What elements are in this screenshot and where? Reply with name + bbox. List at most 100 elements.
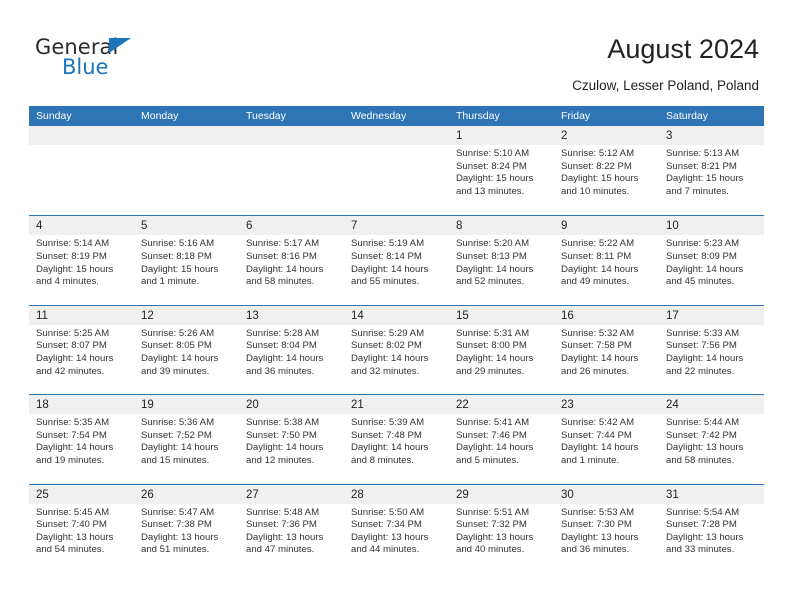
sunrise-text: Sunrise: 5:20 AM — [456, 238, 530, 250]
sunrise-text: Sunrise: 5:32 AM — [561, 327, 635, 339]
daylight-text: Daylight: 14 hours and 26 minutes. — [561, 352, 639, 377]
day-number-band: 17 — [659, 305, 764, 325]
daylight-text: Daylight: 14 hours and 15 minutes. — [141, 442, 219, 466]
day-sun-info: Sunrise: 5:26 AM Sunset: 8:05 PM Daylight:… — [134, 325, 239, 378]
calendar-day-cell[interactable]: 17 Sunrise: 5:33 AM Sunset: 7:56 PM Dayligh… — [659, 305, 764, 394]
page-header: General Blue August 2024 Czulow, Lesser … — [0, 0, 792, 100]
daylight-text: Daylight: 14 hours and 22 minutes. — [666, 352, 744, 377]
daylight-text: Daylight: 15 hours and 10 minutes. — [561, 173, 639, 197]
calendar-day-cell[interactable]: 6 Sunrise: 5:17 AM Sunset: 8:16 PM Daylight… — [239, 216, 344, 304]
sunset-text: Sunset: 7:28 PM — [666, 519, 737, 531]
daylight-text: Daylight: 13 hours and 44 minutes. — [351, 531, 429, 556]
calendar-day-cell[interactable]: 10 Sunrise: 5:23 AM Sunset: 8:09 PM Dayligh… — [659, 216, 764, 304]
calendar-day-cell[interactable]: 22 Sunrise: 5:41 AM Sunset: 7:46 PM Dayligh… — [449, 395, 554, 483]
day-number: 22 — [456, 399, 469, 412]
calendar-day-cell[interactable]: 7 Sunrise: 5:19 AM Sunset: 8:14 PM Daylight… — [344, 216, 449, 304]
weekday-header-monday: Monday — [141, 110, 179, 122]
day-number-band: 27 — [239, 484, 344, 504]
calendar-day-cell[interactable]: 12 Sunrise: 5:26 AM Sunset: 8:05 PM Dayligh… — [134, 305, 239, 394]
calendar-day-cell[interactable]: 3 Sunrise: 5:13 AM Sunset: 8:21 PM Daylight… — [659, 126, 764, 215]
calendar-day-cell[interactable]: 26 Sunrise: 5:47 AM Sunset: 7:38 PM Dayligh… — [134, 484, 239, 573]
calendar-day-cell[interactable]: 4 Sunrise: 5:14 AM Sunset: 8:19 PM Daylight… — [29, 216, 134, 304]
day-number: 6 — [246, 220, 253, 233]
daylight-text: Daylight: 13 hours and 40 minutes. — [456, 531, 534, 556]
day-sun-info: Sunrise: 5:31 AM Sunset: 8:00 PM Daylight:… — [449, 325, 554, 378]
sunrise-text: Sunrise: 5:44 AM — [666, 417, 740, 429]
logo-text-blue: Blue — [62, 55, 109, 79]
calendar-day-cell[interactable]: 27 Sunrise: 5:48 AM Sunset: 7:36 PM Dayligh… — [239, 484, 344, 573]
sunset-text: Sunset: 7:52 PM — [141, 429, 212, 441]
sunrise-text: Sunrise: 5:10 AM — [456, 148, 530, 159]
sunrise-text: Sunrise: 5:26 AM — [141, 327, 215, 339]
sunset-text: Sunset: 8:11 PM — [561, 250, 632, 262]
sunrise-text: Sunrise: 5:23 AM — [666, 238, 740, 250]
sunrise-text: Sunrise: 5:51 AM — [456, 506, 530, 518]
day-sun-info: Sunrise: 5:39 AM Sunset: 7:48 PM Daylight:… — [344, 414, 449, 467]
day-sun-info: Sunrise: 5:32 AM Sunset: 7:58 PM Daylight:… — [554, 325, 659, 378]
page-subtitle-location: Czulow, Lesser Poland, Poland — [572, 78, 759, 93]
daylight-text: Daylight: 14 hours and 8 minutes. — [351, 442, 429, 466]
day-number-band: 16 — [554, 305, 659, 325]
calendar-day-cell[interactable]: 5 Sunrise: 5:16 AM Sunset: 8:18 PM Daylight… — [134, 216, 239, 304]
day-number-band: 6 — [239, 216, 344, 236]
day-sun-info: Sunrise: 5:12 AM Sunset: 8:22 PM Daylight:… — [554, 145, 659, 198]
sunset-text: Sunset: 8:02 PM — [351, 340, 422, 352]
sunrise-text: Sunrise: 5:36 AM — [141, 417, 215, 429]
calendar-day-cell[interactable]: 9 Sunrise: 5:22 AM Sunset: 8:11 PM Daylight… — [554, 216, 659, 304]
daylight-text: Daylight: 15 hours and 13 minutes. — [456, 173, 534, 197]
calendar-day-cell[interactable]: 1 Sunrise: 5:10 AM Sunset: 8:24 PM Daylight… — [449, 126, 554, 215]
sunrise-text: Sunrise: 5:33 AM — [666, 327, 740, 339]
day-number-band: 21 — [344, 395, 449, 415]
day-number-band: 11 — [29, 305, 134, 325]
sunset-text: Sunset: 8:04 PM — [246, 340, 317, 352]
day-number: 20 — [246, 399, 259, 412]
day-sun-info: Sunrise: 5:16 AM Sunset: 8:18 PM Daylight:… — [134, 235, 239, 288]
day-number-band: 3 — [659, 126, 764, 145]
calendar-day-cell[interactable]: 21 Sunrise: 5:39 AM Sunset: 7:48 PM Dayligh… — [344, 395, 449, 483]
calendar-day-cell[interactable]: 13 Sunrise: 5:28 AM Sunset: 8:04 PM Dayligh… — [239, 305, 344, 394]
sunrise-text: Sunrise: 5:42 AM — [561, 417, 635, 429]
daylight-text: Daylight: 14 hours and 49 minutes. — [561, 263, 639, 288]
calendar-day-cell[interactable]: 25 Sunrise: 5:45 AM Sunset: 7:40 PM Dayligh… — [29, 484, 134, 573]
calendar-day-cell[interactable]: 30 Sunrise: 5:53 AM Sunset: 7:30 PM Dayligh… — [554, 484, 659, 573]
day-number: 12 — [141, 309, 154, 322]
calendar-day-cell[interactable]: 14 Sunrise: 5:29 AM Sunset: 8:02 PM Dayligh… — [344, 305, 449, 394]
calendar-day-cell[interactable]: 18 Sunrise: 5:35 AM Sunset: 7:54 PM Dayligh… — [29, 395, 134, 483]
sunset-text: Sunset: 7:50 PM — [246, 429, 317, 441]
day-sun-info: Sunrise: 5:28 AM Sunset: 8:04 PM Daylight:… — [239, 325, 344, 378]
weekday-header-sunday: Sunday — [36, 110, 72, 122]
sunset-text: Sunset: 7:34 PM — [351, 519, 422, 531]
day-number: 17 — [666, 309, 679, 322]
day-number: 23 — [561, 399, 574, 412]
calendar-day-cell[interactable]: 20 Sunrise: 5:38 AM Sunset: 7:50 PM Dayligh… — [239, 395, 344, 483]
daylight-text: Daylight: 14 hours and 52 minutes. — [456, 263, 534, 288]
day-number: 16 — [561, 309, 574, 322]
daylight-text: Daylight: 14 hours and 45 minutes. — [666, 263, 744, 288]
calendar-day-cell[interactable]: 15 Sunrise: 5:31 AM Sunset: 8:00 PM Dayligh… — [449, 305, 554, 394]
weekday-header-tuesday: Tuesday — [246, 110, 286, 122]
day-number-band: 26 — [134, 484, 239, 504]
daylight-text: Daylight: 14 hours and 39 minutes. — [141, 352, 219, 377]
day-sun-info: Sunrise: 5:33 AM Sunset: 7:56 PM Daylight:… — [659, 325, 764, 378]
sunset-text: Sunset: 7:58 PM — [561, 340, 632, 352]
calendar-day-cell[interactable]: 11 Sunrise: 5:25 AM Sunset: 8:07 PM Dayligh… — [29, 305, 134, 394]
sunrise-text: Sunrise: 5:25 AM — [36, 327, 110, 339]
day-number-band: 20 — [239, 395, 344, 415]
day-number: 2 — [561, 130, 568, 142]
calendar-day-cell[interactable]: 29 Sunrise: 5:51 AM Sunset: 7:32 PM Dayligh… — [449, 484, 554, 573]
calendar-day-cell[interactable]: 31 Sunrise: 5:54 AM Sunset: 7:28 PM Dayligh… — [659, 484, 764, 573]
calendar-cell-empty — [344, 126, 449, 215]
day-number: 21 — [351, 399, 364, 412]
calendar-day-cell[interactable]: 23 Sunrise: 5:42 AM Sunset: 7:44 PM Dayligh… — [554, 395, 659, 483]
calendar-day-cell[interactable]: 2 Sunrise: 5:12 AM Sunset: 8:22 PM Daylight… — [554, 126, 659, 215]
calendar-day-cell[interactable]: 16 Sunrise: 5:32 AM Sunset: 7:58 PM Dayligh… — [554, 305, 659, 394]
day-number-band: 5 — [134, 216, 239, 236]
day-number: 11 — [36, 309, 48, 322]
generalblue-logo[interactable]: General Blue — [35, 36, 215, 84]
sunset-text: Sunset: 7:32 PM — [456, 519, 527, 531]
calendar-day-cell[interactable]: 19 Sunrise: 5:36 AM Sunset: 7:52 PM Dayligh… — [134, 395, 239, 483]
day-sun-info: Sunrise: 5:41 AM Sunset: 7:46 PM Daylight:… — [449, 414, 554, 467]
calendar-day-cell[interactable]: 24 Sunrise: 5:44 AM Sunset: 7:42 PM Dayligh… — [659, 395, 764, 483]
calendar-day-cell[interactable]: 8 Sunrise: 5:20 AM Sunset: 8:13 PM Daylight… — [449, 216, 554, 304]
calendar-day-cell[interactable]: 28 Sunrise: 5:50 AM Sunset: 7:34 PM Dayligh… — [344, 484, 449, 573]
